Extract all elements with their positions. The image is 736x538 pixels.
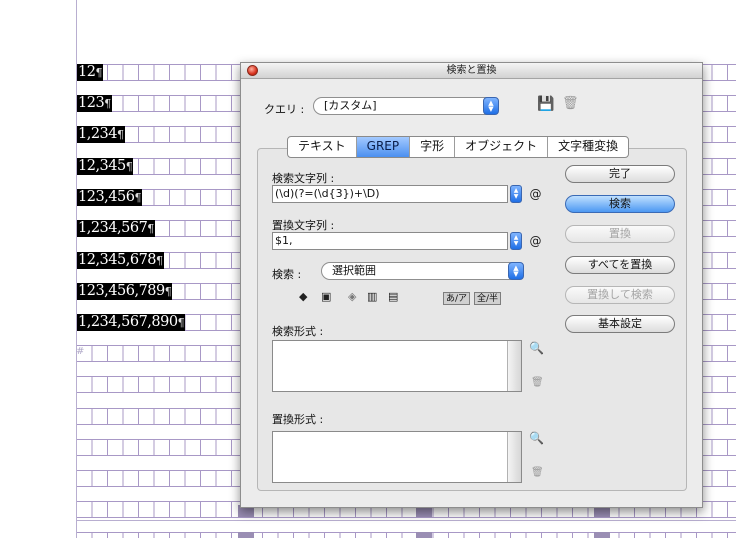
number-text: 1,234,567 <box>78 220 148 236</box>
find-what-field[interactable]: (\d)(?=(\d{3})+\D) <box>272 185 508 203</box>
selected-number[interactable]: 123,456,789¶ <box>77 283 173 300</box>
footnotes-icon[interactable]: ▤ <box>388 291 398 303</box>
scrollbar[interactable] <box>507 432 521 482</box>
number-text: 12 <box>78 64 96 80</box>
magnifier-a-icon[interactable]: 🔍 <box>529 431 544 445</box>
change-history-stepper[interactable]: ▲ ▼ <box>510 232 522 250</box>
tab-object[interactable]: オブジェクト <box>455 137 549 157</box>
pilcrow: ¶ <box>134 191 141 204</box>
selected-number[interactable]: 12,345¶ <box>77 158 134 175</box>
master-pages-icon[interactable]: ▥ <box>367 291 377 303</box>
tab-glyph[interactable]: 字形 <box>410 137 456 157</box>
hidden-layers-icon[interactable]: ◈ <box>348 291 356 303</box>
number-text: 123 <box>78 95 105 111</box>
number-text: 12,345 <box>78 158 126 174</box>
selection-fragment <box>416 532 432 538</box>
number-text: 1,234,567,890 <box>78 314 178 330</box>
search-scope-value: 選択範囲 <box>332 264 376 277</box>
scrollbar[interactable] <box>507 341 521 391</box>
locked-layers-icon[interactable]: ◆ <box>299 291 307 303</box>
save-query-icon[interactable]: 💾 <box>537 97 554 111</box>
pilcrow: ¶ <box>147 222 154 235</box>
change-format-box[interactable] <box>272 431 522 483</box>
selected-number[interactable]: 123,456¶ <box>77 189 142 206</box>
pilcrow: ¶ <box>164 285 172 298</box>
query-label: クエリ : <box>264 103 305 116</box>
find-change-dialog: 検索と置換 クエリ : [カスタム] ▲ ▼ 💾 🗑 テキスト GREP 字形 オ… <box>240 62 703 508</box>
locked-stories-icon[interactable]: ▣ <box>321 291 331 303</box>
tab-grep[interactable]: GREP <box>356 137 411 157</box>
pilcrow: ¶ <box>177 316 185 329</box>
change-to-field[interactable]: $1, <box>272 232 508 250</box>
find-format-label: 検索形式 : <box>272 325 324 338</box>
selected-number[interactable]: 1,234,567,890¶ <box>77 314 186 331</box>
find-button[interactable]: 検索 <box>565 195 675 213</box>
search-scope-label: 検索 : <box>272 268 302 281</box>
pilcrow: ¶ <box>117 128 124 141</box>
change-find-button[interactable]: 置換して検索 <box>565 286 675 304</box>
change-format-label: 置換形式 : <box>272 413 324 426</box>
find-history-stepper[interactable]: ▲ ▼ <box>510 185 522 203</box>
pilcrow: ¶ <box>156 254 163 267</box>
pilcrow: ¶ <box>125 160 133 173</box>
find-format-box[interactable] <box>272 340 522 392</box>
width-sensitive-toggle[interactable]: 全/半 <box>474 292 502 305</box>
more-options-button[interactable]: 基本設定 <box>565 315 675 333</box>
find-what-label: 検索文字列 : <box>272 172 335 185</box>
selected-number[interactable]: 12,345,678¶ <box>77 252 164 269</box>
query-value: [カスタム] <box>324 99 377 112</box>
selection-fragment <box>594 532 610 538</box>
selected-number[interactable]: 12¶ <box>77 64 103 81</box>
selected-number[interactable]: 1,234,567¶ <box>77 220 155 237</box>
tab-text[interactable]: テキスト <box>288 137 357 157</box>
query-select[interactable]: [カスタム] ▲ ▼ <box>313 97 499 115</box>
change-all-button[interactable]: すべてを置換 <box>565 256 675 274</box>
change-to-label: 置換文字列 : <box>272 219 335 232</box>
tab-bar: テキスト GREP 字形 オブジェクト 文字種変換 <box>287 136 630 158</box>
selection-fragment <box>238 532 254 538</box>
magnifier-a-icon[interactable]: 🔍 <box>529 341 544 355</box>
number-text: 1,234 <box>78 126 118 142</box>
number-text: 12,345,678 <box>78 252 157 268</box>
number-text: 123,456 <box>78 189 135 205</box>
dialog-title: 検索と置換 <box>446 65 497 76</box>
change-button[interactable]: 置換 <box>565 225 675 243</box>
title-bar[interactable]: 検索と置換 <box>241 63 702 79</box>
special-char-button[interactable]: @ <box>527 185 544 203</box>
popup-arrows-icon: ▲ ▼ <box>508 262 524 280</box>
number-text: 123,456,789 <box>78 283 165 299</box>
done-button[interactable]: 完了 <box>565 165 675 183</box>
trash-icon[interactable]: 🗑 <box>531 377 544 388</box>
search-scope-select[interactable]: 選択範囲 ▲ ▼ <box>321 262 524 280</box>
trash-icon[interactable]: 🗑 <box>531 467 544 478</box>
trash-icon[interactable]: 🗑 <box>562 97 579 110</box>
baseline-guide <box>76 520 736 521</box>
popup-arrows-icon: ▲ ▼ <box>483 97 499 115</box>
tab-transliterate[interactable]: 文字種変換 <box>548 137 628 157</box>
grid-row <box>76 532 736 538</box>
selected-number[interactable]: 123¶ <box>77 95 112 112</box>
selected-number[interactable]: 1,234¶ <box>77 126 125 143</box>
pilcrow: ¶ <box>95 66 102 79</box>
special-char-button[interactable]: @ <box>527 232 544 250</box>
pilcrow: ¶ <box>104 97 111 110</box>
kana-sensitive-toggle[interactable]: あ/ア <box>443 292 471 305</box>
end-of-story-mark: # <box>76 346 85 357</box>
